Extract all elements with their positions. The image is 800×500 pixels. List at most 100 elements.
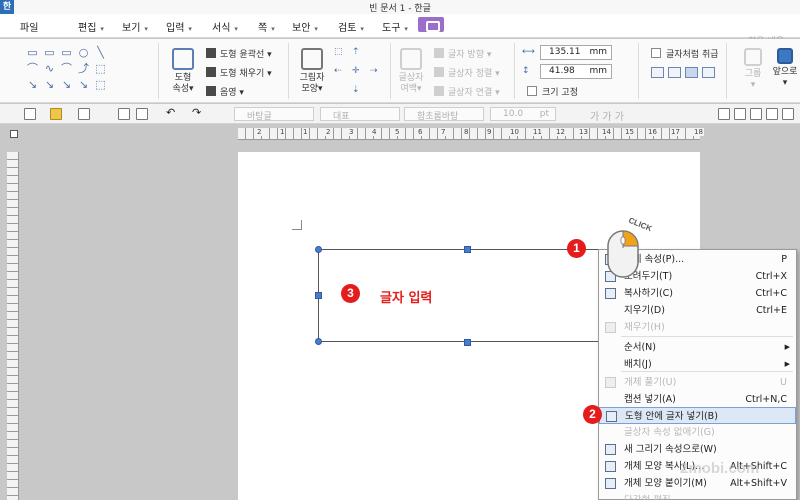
group-button[interactable]: 그룹 ▾ xyxy=(738,48,768,91)
menu-item-4[interactable]: 서식 ▾ xyxy=(212,19,238,34)
shape-gallery[interactable]: ▭ ▭ ▭ ○ ╲ ⌒ ∿ ⌒ ⤴ ⬚ ↘ ↘ ↘ ↘ ⬚ xyxy=(26,47,122,93)
window-title: 빈 문서 1 - 한글 xyxy=(369,4,431,14)
ruler-tick-label: 9 xyxy=(486,128,493,136)
undo-icon[interactable]: ↶ xyxy=(166,106,178,119)
resize-handle-nw[interactable] xyxy=(315,246,322,253)
menu-item-1[interactable]: 편집 ▾ xyxy=(78,19,104,34)
wrap-front-icon[interactable] xyxy=(702,67,715,78)
nudge-up-icon[interactable]: ⬚ xyxy=(334,47,343,57)
treat-as-char-checkbox[interactable] xyxy=(651,48,661,58)
wrap-square-icon[interactable] xyxy=(651,67,664,78)
context-menu-item[interactable]: 새 그리기 속성으로(W) xyxy=(599,441,796,458)
ruler-numbers: 2 1 1 2 3 4 5 6 7 8 9 10 11 12 13 14 15 16 17 18 xyxy=(238,128,704,138)
context-menu-item[interactable]: 개체 모양 붙이기(M) Alt+Shift+V xyxy=(599,475,796,492)
shape-tool-icon[interactable]: ⬚ xyxy=(94,63,107,74)
new-document-icon[interactable] xyxy=(24,108,36,120)
shape-tool-icon[interactable]: ⤴ xyxy=(77,63,90,74)
context-menu-item[interactable]: 다각형 편집 xyxy=(599,492,796,500)
text-direction-button[interactable]: 글자 방향 ▾ xyxy=(434,47,491,60)
menu-item-5[interactable]: 쪽 ▾ xyxy=(258,19,275,34)
shape-tool-icon[interactable]: ○ xyxy=(77,47,90,58)
shape-tool-icon[interactable]: ⌒ xyxy=(26,63,39,74)
shape-tool-icon[interactable]: ▭ xyxy=(26,47,39,58)
ruler-tick-label: 7 xyxy=(440,128,447,136)
size-fixed-checkbox[interactable] xyxy=(527,86,537,96)
menu-item-7[interactable]: 검토 ▾ xyxy=(338,19,364,34)
menu-item-3[interactable]: 입력 ▾ xyxy=(166,19,192,34)
ribbon-separator xyxy=(390,43,391,99)
font-select[interactable]: 함초롬바탕 xyxy=(404,107,484,122)
vertical-ruler[interactable] xyxy=(7,152,19,500)
language-select[interactable]: 대표 xyxy=(320,107,400,122)
wrap-tight-icon[interactable] xyxy=(668,67,681,78)
group-icon xyxy=(744,48,762,66)
open-folder-icon[interactable] xyxy=(50,108,62,120)
resize-handle-sw[interactable] xyxy=(315,338,322,345)
font-size-field[interactable]: 10.0 pt xyxy=(490,107,556,121)
context-menu-item[interactable]: 도형 안에 글자 넣기(B) xyxy=(599,407,796,424)
save-icon[interactable] xyxy=(78,108,90,120)
ruler-tick-label: 4 xyxy=(371,128,378,136)
distribute-icon[interactable] xyxy=(782,108,794,120)
selected-rectangle-shape[interactable] xyxy=(318,249,618,342)
shape-tool-icon[interactable]: ╲ xyxy=(94,47,107,58)
resize-handle-s[interactable] xyxy=(464,339,471,346)
context-menu-item[interactable]: 순서(N) ▶ xyxy=(599,339,796,356)
move-center-icon[interactable]: ✛ xyxy=(352,66,360,76)
wrap-behind-icon[interactable] xyxy=(685,67,698,78)
menu-item-0[interactable]: 파일 xyxy=(20,19,38,34)
shadow-shape-button[interactable]: 그림자 모양▾ xyxy=(295,48,329,95)
resize-handle-n[interactable] xyxy=(464,246,471,253)
context-menu-item[interactable]: 지우기(D) Ctrl+E xyxy=(599,302,796,319)
move-down-icon[interactable]: ⇣ xyxy=(352,85,360,95)
redo-icon[interactable]: ↷ xyxy=(192,106,204,119)
ruler-corner-icon[interactable] xyxy=(10,130,18,138)
context-menu-item[interactable]: 글상자 속성 없애기(G) xyxy=(599,424,796,441)
textbox-margin-button[interactable]: 글상자 여백▾ xyxy=(396,48,426,95)
height-field[interactable]: 41.98 mm xyxy=(540,64,612,79)
align-center-icon[interactable] xyxy=(734,108,746,120)
align-right-icon[interactable] xyxy=(750,108,762,120)
shape-tool-icon[interactable]: ↘ xyxy=(26,79,39,90)
shape-tool-icon[interactable]: ↘ xyxy=(77,79,90,90)
context-menu-item[interactable]: 캡션 넣기(A) Ctrl+N,C xyxy=(599,391,796,408)
ruler-tick-label: 15 xyxy=(624,128,635,136)
context-menu-item[interactable]: 재우기(H) xyxy=(599,319,796,336)
move-left-icon[interactable]: ⇠ xyxy=(334,66,342,76)
menu-item-2[interactable]: 보기 ▾ xyxy=(122,19,148,34)
print-icon[interactable] xyxy=(118,108,130,120)
justify-icon[interactable] xyxy=(766,108,778,120)
shape-tool-icon[interactable]: ⬚ xyxy=(94,79,107,90)
textbox-align-button[interactable]: 글상자 정렬 ▾ xyxy=(434,66,500,79)
textbox-link-button[interactable]: 글상자 연결 ▾ xyxy=(434,85,500,98)
align-left-icon[interactable] xyxy=(718,108,730,120)
ruler-tick-label: 5 xyxy=(394,128,401,136)
move-right-icon[interactable]: ⇢ xyxy=(370,66,378,76)
shape-fill-button[interactable]: 도형 채우기 ▾ xyxy=(206,66,272,79)
preview-icon[interactable] xyxy=(136,108,148,120)
shape-tool-icon[interactable]: ↘ xyxy=(60,79,73,90)
shadow-style-button[interactable]: 음영 ▾ xyxy=(206,85,244,98)
bring-front-button[interactable]: 앞으로 ▾ xyxy=(770,48,800,89)
context-menu-item[interactable]: 개체 풀기(U) U xyxy=(599,374,796,391)
context-menu-item[interactable]: 복사하기(C) Ctrl+C xyxy=(599,285,796,302)
style-select[interactable]: 바탕글 xyxy=(234,107,314,122)
width-field[interactable]: 135.11 mm xyxy=(540,45,612,60)
shape-tool-icon[interactable]: ▭ xyxy=(60,47,73,58)
shape-tool-icon[interactable]: ∿ xyxy=(43,63,56,74)
copy-format-icon xyxy=(605,461,616,472)
pen-icon xyxy=(206,48,216,58)
menu-item-6[interactable]: 보안 ▾ xyxy=(292,19,318,34)
shape-outline-button[interactable]: 도형 윤곽선 ▾ xyxy=(206,47,272,60)
char-style-buttons[interactable]: 가 가 가 xyxy=(590,108,624,123)
shape-tab-button[interactable] xyxy=(418,17,444,32)
move-up-icon[interactable]: ⇡ xyxy=(352,47,360,57)
menu-item-8[interactable]: 도구 ▾ xyxy=(382,19,408,34)
shape-tool-icon[interactable]: ⌒ xyxy=(60,63,73,74)
resize-handle-w[interactable] xyxy=(315,292,322,299)
shape-properties-button[interactable]: 도형 속성▾ xyxy=(166,48,200,95)
context-menu-item[interactable]: 배치(J) ▶ xyxy=(599,356,796,373)
ruler-tick-label: 6 xyxy=(417,128,424,136)
shape-tool-icon[interactable]: ▭ xyxy=(43,47,56,58)
shape-tool-icon[interactable]: ↘ xyxy=(43,79,56,90)
